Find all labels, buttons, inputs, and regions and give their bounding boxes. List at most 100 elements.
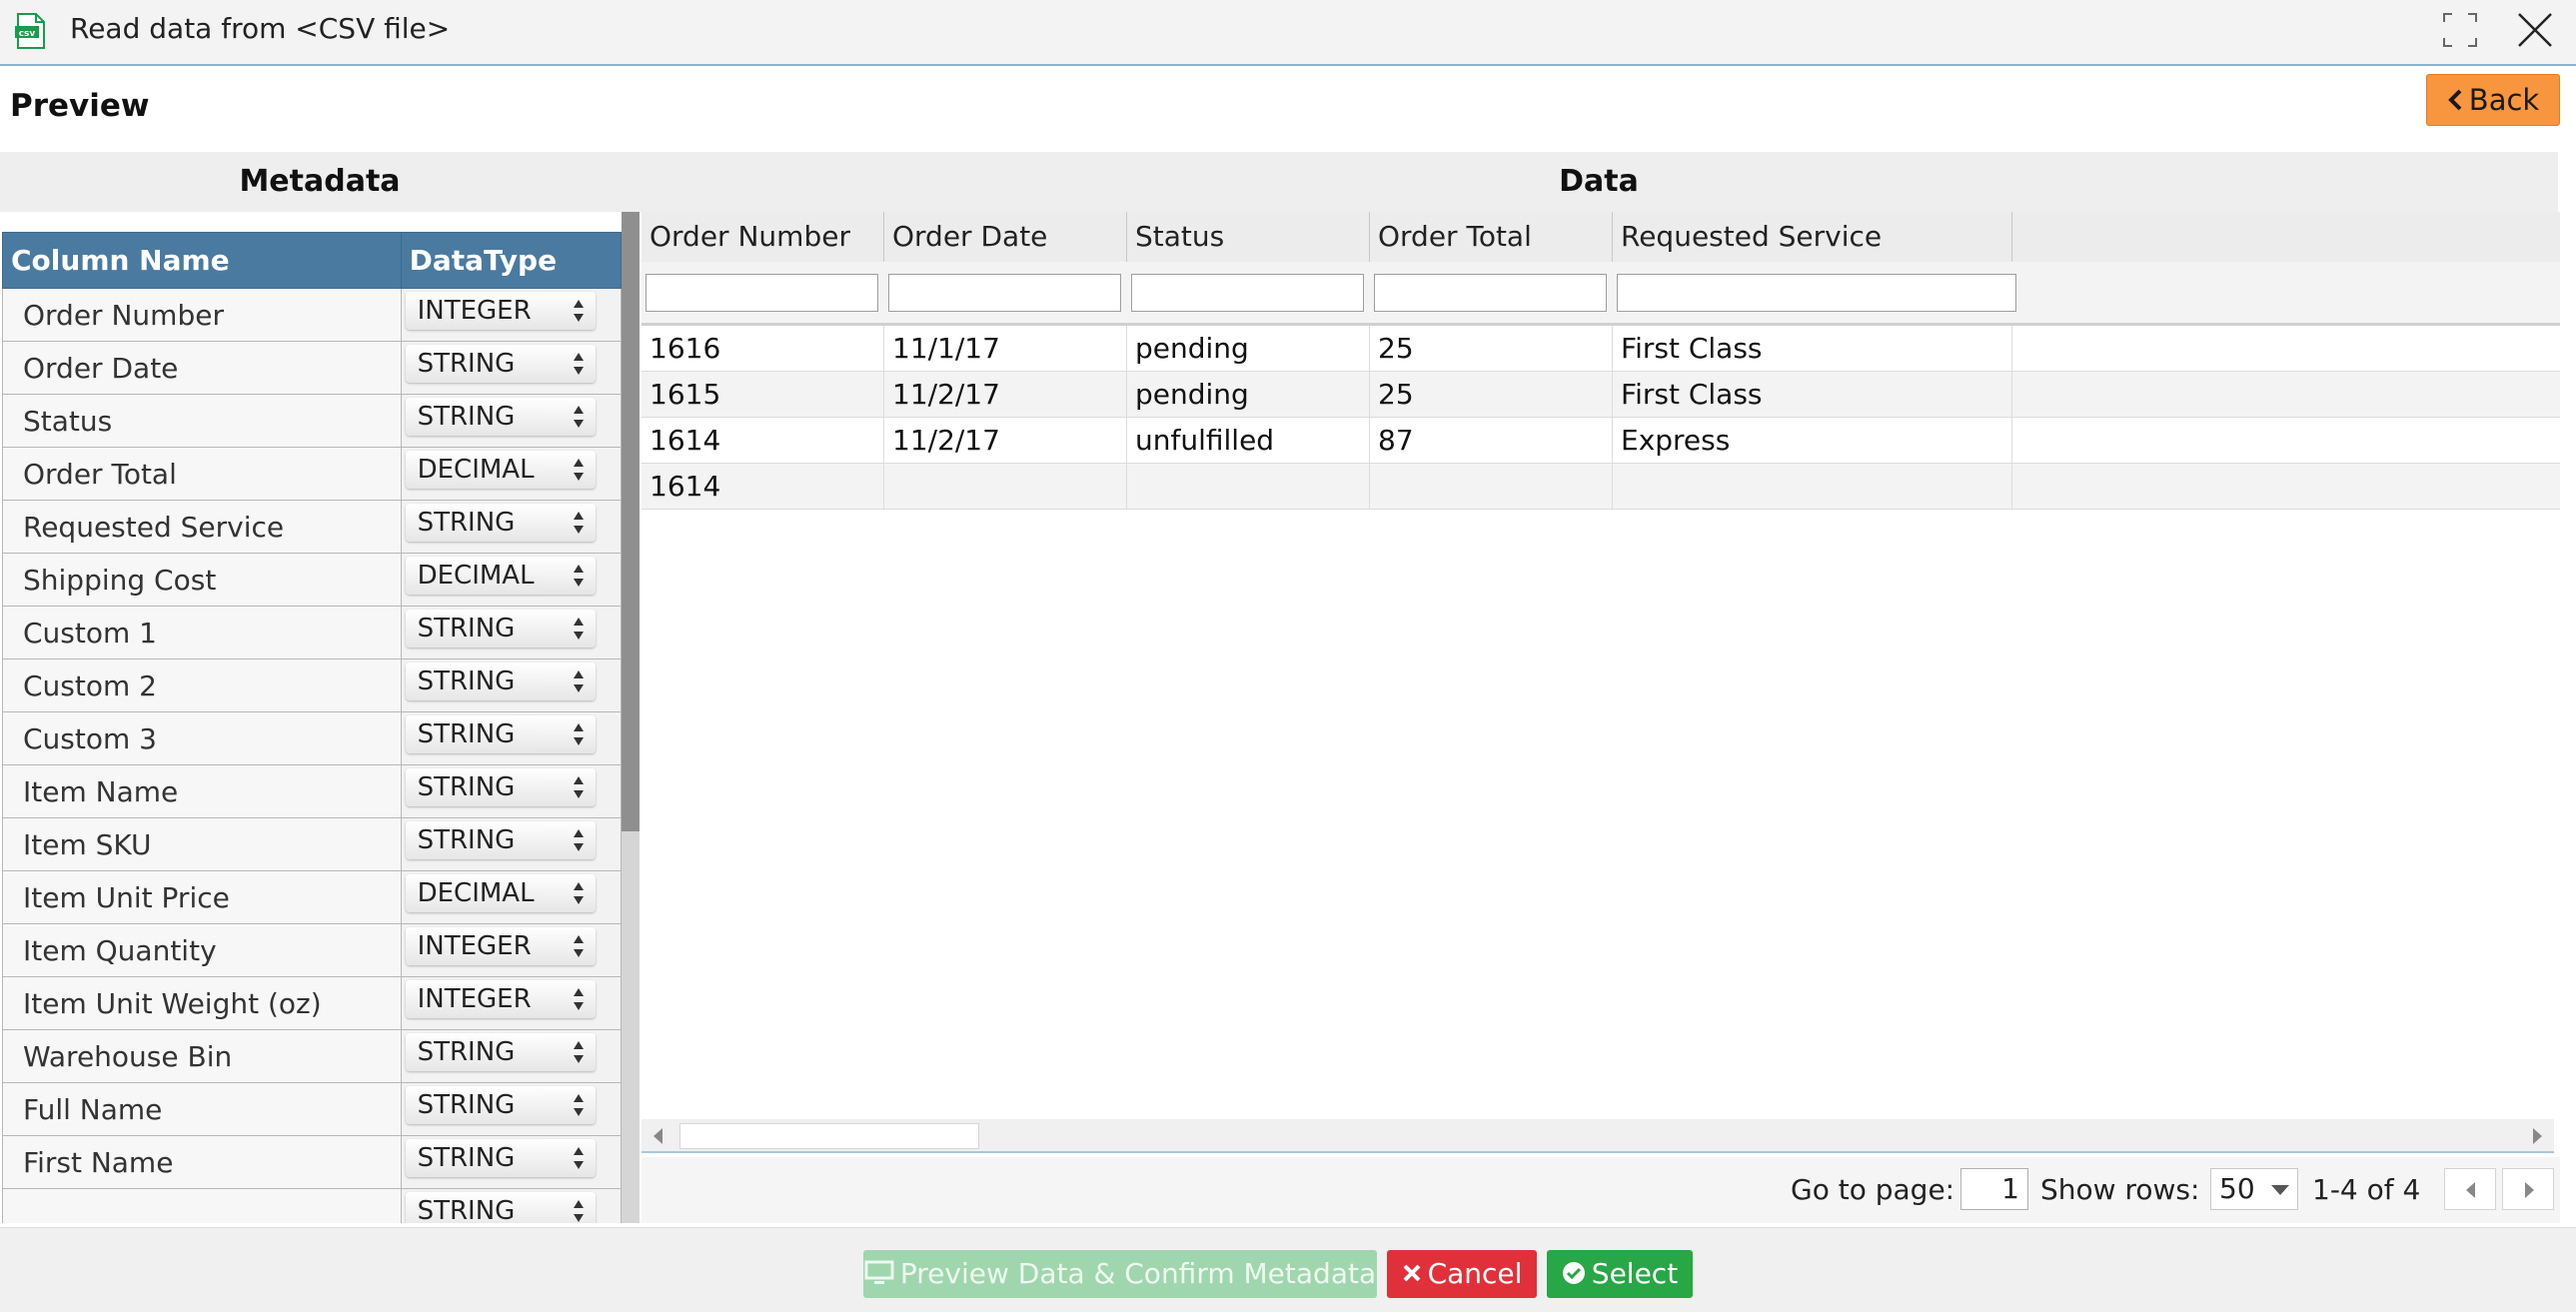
- maximize-icon[interactable]: [2438, 8, 2482, 52]
- datatype-value: STRING: [417, 402, 516, 432]
- column-name-cell: Status: [2, 394, 402, 448]
- table-cell: [884, 464, 1127, 510]
- datatype-cell: STRING: [400, 1082, 623, 1136]
- table-row[interactable]: 1615 11/2/17 pending 25 First Class: [642, 372, 2560, 418]
- table-cell: 1616: [642, 326, 884, 372]
- metadata-scrollbar[interactable]: [622, 212, 640, 1223]
- sort-arrows-icon: [573, 353, 584, 375]
- datatype-cell: STRING: [400, 606, 623, 659]
- datatype-select[interactable]: STRING: [405, 610, 596, 648]
- grid-column-header[interactable]: Order Number: [642, 212, 884, 262]
- sort-arrows-icon: [573, 512, 584, 534]
- table-row[interactable]: 1614 11/2/17 unfulfilled 87 Express: [642, 418, 2560, 464]
- rows-per-page-select[interactable]: 50: [2210, 1168, 2298, 1210]
- column-name-cell: Custom 2: [2, 658, 402, 712]
- datatype-select[interactable]: INTEGER: [405, 292, 596, 330]
- table-cell: 25: [1370, 372, 1613, 418]
- metadata-row: Full Name STRING: [2, 1082, 623, 1136]
- datatype-value: DECIMAL: [417, 455, 535, 485]
- prev-page-button[interactable]: [2444, 1168, 2496, 1210]
- grid-column-header[interactable]: Order Total: [1370, 212, 1613, 262]
- datatype-cell: INTEGER: [400, 923, 623, 977]
- column-name-cell: Item Unit Weight (oz): [2, 976, 402, 1030]
- scroll-right-icon[interactable]: [2528, 1126, 2546, 1146]
- column-filter-input[interactable]: [888, 274, 1121, 312]
- close-icon[interactable]: [2513, 8, 2557, 52]
- grid-scroll-thumb[interactable]: [679, 1123, 979, 1149]
- datatype-cell: STRING: [400, 817, 623, 871]
- datatype-select[interactable]: INTEGER: [405, 980, 596, 1018]
- x-icon: [1403, 1264, 1420, 1282]
- datatype-select[interactable]: STRING: [405, 821, 596, 859]
- metadata-scroll-thumb[interactable]: [622, 212, 640, 831]
- column-filter-input[interactable]: [1617, 274, 2016, 312]
- next-page-icon: [2525, 1182, 2534, 1198]
- metadata-row: Custom 3 STRING: [2, 711, 623, 765]
- datatype-value: STRING: [417, 1037, 516, 1067]
- back-button[interactable]: Back: [2426, 74, 2560, 126]
- table-cell: 11/2/17: [884, 418, 1127, 464]
- table-cell: 11/1/17: [884, 326, 1127, 372]
- cancel-button[interactable]: Cancel: [1387, 1250, 1537, 1298]
- column-name-cell: Custom 3: [2, 711, 402, 765]
- metadata-row: Order Total DECIMAL: [2, 447, 623, 501]
- datatype-select[interactable]: STRING: [405, 1086, 596, 1124]
- table-row[interactable]: 1614: [642, 464, 2560, 510]
- prev-page-icon: [2466, 1182, 2475, 1198]
- preview-confirm-button[interactable]: Preview Data & Confirm Metadata: [863, 1250, 1377, 1298]
- grid-column-header[interactable]: Requested Service: [1613, 212, 2012, 262]
- metadata-row: Item Unit Price DECIMAL: [2, 870, 623, 924]
- datatype-select[interactable]: STRING: [405, 345, 596, 383]
- column-name-cell: First Name: [2, 1135, 402, 1189]
- column-name-cell: Item Name: [2, 764, 402, 818]
- datatype-value: STRING: [417, 614, 516, 644]
- next-page-button[interactable]: [2502, 1168, 2554, 1210]
- datatype-select[interactable]: STRING: [405, 768, 596, 806]
- sort-arrows-icon: [573, 1200, 584, 1222]
- check-circle-icon: [1562, 1262, 1585, 1284]
- datatype-select[interactable]: STRING: [405, 1139, 596, 1177]
- table-cell: 1614: [642, 418, 884, 464]
- column-filter-input[interactable]: [1374, 274, 1607, 312]
- datatype-value: STRING: [417, 1090, 516, 1120]
- datatype-value: STRING: [417, 772, 516, 802]
- metadata-panel: Column Name DataType Order Number INTEGER…: [0, 212, 640, 1223]
- grid-horizontal-scrollbar[interactable]: [642, 1119, 2554, 1153]
- sort-arrows-icon: [573, 300, 584, 322]
- table-cell: Express: [1613, 418, 2012, 464]
- datatype-select[interactable]: STRING: [405, 1192, 596, 1223]
- datatype-cell: INTEGER: [400, 976, 623, 1030]
- datatype-select[interactable]: STRING: [405, 662, 596, 700]
- sort-arrows-icon: [573, 1147, 584, 1169]
- metadata-row: Item Unit Weight (oz) INTEGER: [2, 976, 623, 1030]
- scroll-left-icon[interactable]: [649, 1126, 667, 1146]
- datatype-select[interactable]: DECIMAL: [405, 874, 596, 912]
- table-cell: pending: [1127, 372, 1370, 418]
- column-filter-input[interactable]: [645, 274, 878, 312]
- column-filter-input[interactable]: [1131, 274, 1364, 312]
- datatype-select[interactable]: STRING: [405, 398, 596, 436]
- datatype-cell: STRING: [400, 1135, 623, 1189]
- monitor-icon: [864, 1260, 894, 1284]
- sort-arrows-icon: [573, 935, 584, 957]
- table-cell: [1613, 464, 2012, 510]
- metadata-row: Status STRING: [2, 394, 623, 448]
- datatype-select[interactable]: STRING: [405, 715, 596, 753]
- datatype-select[interactable]: STRING: [405, 1033, 596, 1071]
- datatype-select[interactable]: DECIMAL: [405, 557, 596, 595]
- window-titlebar: csv Read data from <CSV file>: [0, 0, 2576, 66]
- datatype-select[interactable]: DECIMAL: [405, 451, 596, 489]
- metadata-row: Item SKU STRING: [2, 817, 623, 871]
- table-row[interactable]: 1616 11/1/17 pending 25 First Class: [642, 326, 2560, 372]
- grid-column-header[interactable]: Status: [1127, 212, 1370, 262]
- datatype-select[interactable]: INTEGER: [405, 927, 596, 965]
- data-section-header: Data: [640, 152, 2558, 212]
- datatype-cell: DECIMAL: [400, 553, 623, 607]
- datatype-select[interactable]: STRING: [405, 504, 596, 542]
- page-number-input[interactable]: 1: [1960, 1168, 2028, 1210]
- sort-arrows-icon: [573, 1094, 584, 1116]
- select-button[interactable]: Select: [1547, 1250, 1693, 1298]
- datatype-value: STRING: [417, 825, 516, 855]
- grid-column-header[interactable]: Order Date: [884, 212, 1127, 262]
- column-name-cell: Order Total: [2, 447, 402, 501]
